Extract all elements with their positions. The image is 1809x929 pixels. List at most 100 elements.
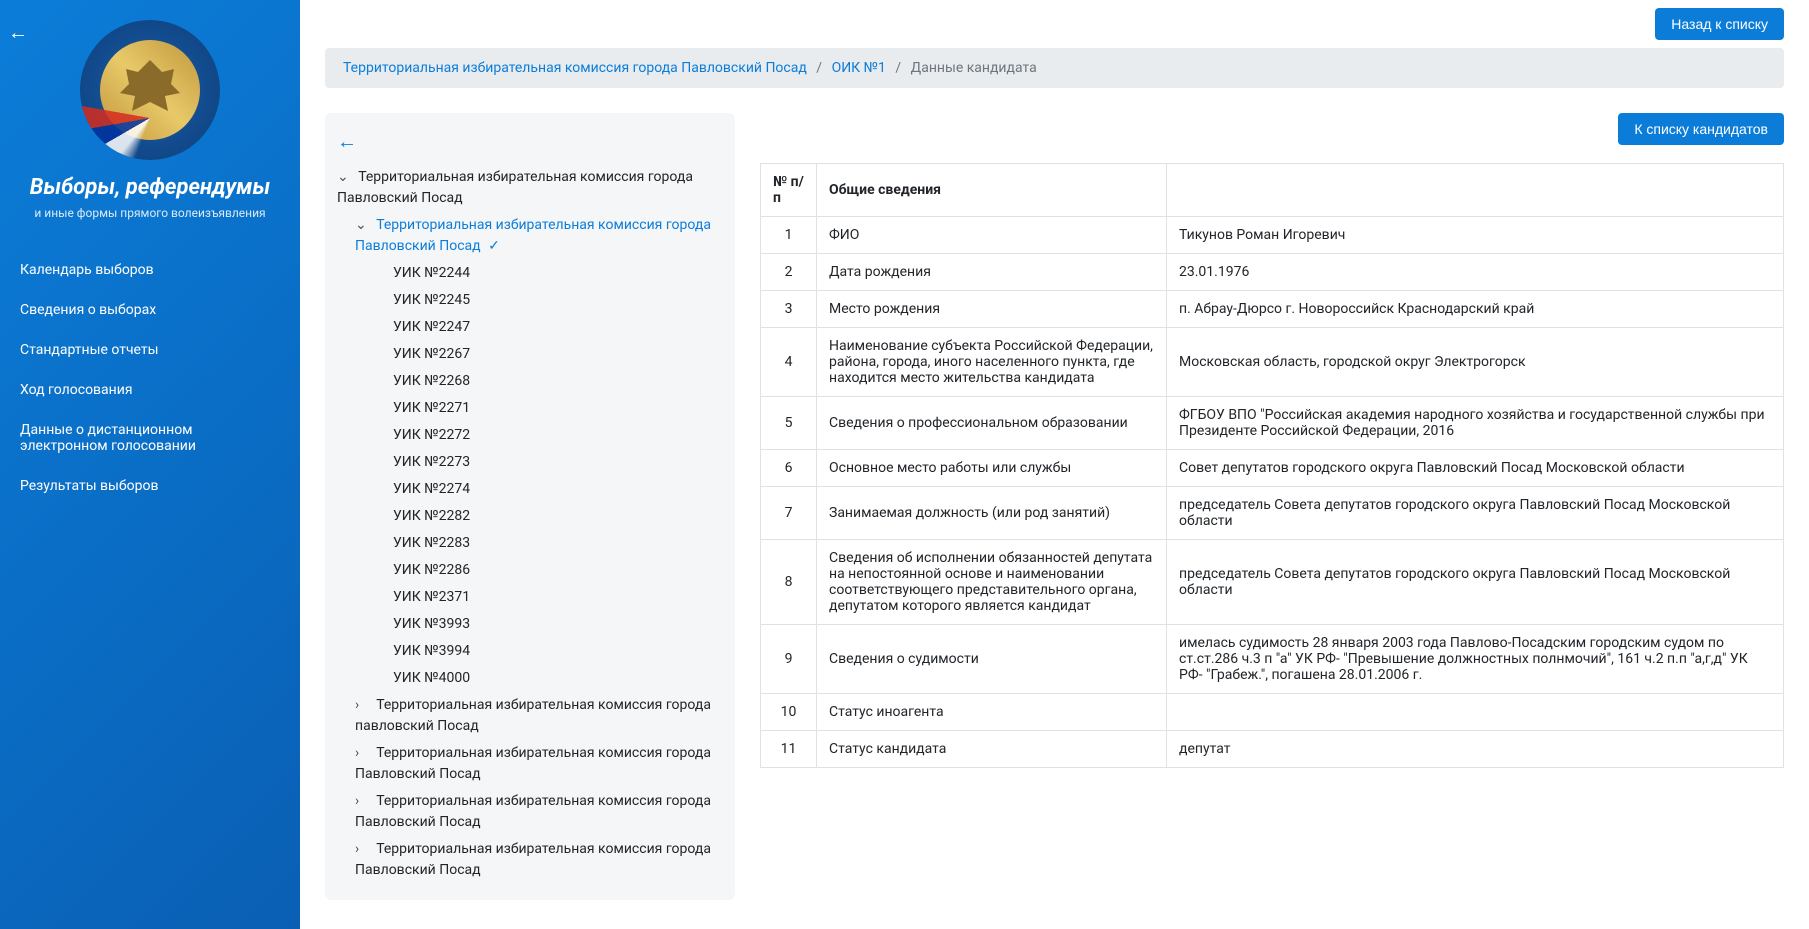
table-row: 2Дата рождения23.01.1976: [761, 254, 1784, 291]
cell-label: Основное место работы или службы: [817, 450, 1167, 487]
cell-label: ФИО: [817, 217, 1167, 254]
logo-section: Выборы, референдумы и иные формы прямого…: [0, 20, 300, 240]
tree-uik-item[interactable]: УИК №2283: [373, 530, 723, 557]
tree-uik-item[interactable]: УИК №2273: [373, 449, 723, 476]
main-content: Назад к списку Территориальная избирател…: [300, 0, 1809, 929]
tree-uik-item[interactable]: УИК №2282: [373, 503, 723, 530]
th-value: [1167, 164, 1784, 217]
portal-title: Выборы, референдумы: [20, 175, 280, 200]
tree-sibling-label[interactable]: Территориальная избирательная комиссия г…: [355, 697, 711, 734]
cell-value: депутат: [1167, 731, 1784, 768]
table-row: 1ФИОТикунов Роман Игоревич: [761, 217, 1784, 254]
table-row: 10Статус иноагента: [761, 694, 1784, 731]
breadcrumb-sep: /: [895, 60, 901, 76]
tree-uik-item[interactable]: УИК №2271: [373, 395, 723, 422]
table-row: 6Основное место работы или службыСовет д…: [761, 450, 1784, 487]
nav-reports[interactable]: Стандартные отчеты: [0, 330, 300, 370]
cell-value: 23.01.1976: [1167, 254, 1784, 291]
chevron-right-icon[interactable]: ›: [355, 839, 369, 860]
cell-num: 3: [761, 291, 817, 328]
to-candidates-button[interactable]: К списку кандидатов: [1618, 113, 1784, 145]
breadcrumb-link-2[interactable]: ОИК №1: [832, 60, 886, 76]
breadcrumb-current: Данные кандидата: [911, 60, 1037, 76]
breadcrumb: Территориальная избирательная комиссия г…: [325, 48, 1784, 88]
tree-uik-item[interactable]: УИК №2272: [373, 422, 723, 449]
cell-num: 7: [761, 487, 817, 540]
tree-uik-item[interactable]: УИК №2244: [373, 260, 723, 287]
emblem-logo: [80, 20, 220, 160]
cell-value: Совет депутатов городского округа Павлов…: [1167, 450, 1784, 487]
tree-uik-item[interactable]: УИК №2274: [373, 476, 723, 503]
cell-num: 1: [761, 217, 817, 254]
cell-label: Занимаемая должность (или род занятий): [817, 487, 1167, 540]
main-nav: Календарь выборов Сведения о выборах Ста…: [0, 240, 300, 516]
tree-sibling-label[interactable]: Территориальная избирательная комиссия г…: [355, 793, 711, 830]
cell-num: 6: [761, 450, 817, 487]
nav-results[interactable]: Результаты выборов: [0, 466, 300, 506]
cell-value: Московская область, городской округ Элек…: [1167, 328, 1784, 397]
tree-uik-item[interactable]: УИК №3994: [373, 638, 723, 665]
cell-label: Статус иноагента: [817, 694, 1167, 731]
tree-uik-item[interactable]: УИК №2371: [373, 584, 723, 611]
cell-value: председатель Совета депутатов городского…: [1167, 540, 1784, 625]
commission-tree-panel: ← ⌄ Территориальная избирательная комисс…: [325, 113, 735, 900]
table-row: 3Место рожденияп. Абрау-Дюрсо г. Новорос…: [761, 291, 1784, 328]
chevron-right-icon[interactable]: ›: [355, 695, 369, 716]
chevron-right-icon[interactable]: ›: [355, 743, 369, 764]
nav-remote[interactable]: Данные о дистанционном электронном голос…: [0, 410, 300, 466]
nav-progress[interactable]: Ход голосования: [0, 370, 300, 410]
tree-uik-item[interactable]: УИК №3993: [373, 611, 723, 638]
nav-info[interactable]: Сведения о выборах: [0, 290, 300, 330]
nav-calendar[interactable]: Календарь выборов: [0, 250, 300, 290]
th-num: № п/п: [761, 164, 817, 217]
tree-uik-item[interactable]: УИК №2268: [373, 368, 723, 395]
cell-num: 4: [761, 328, 817, 397]
cell-value: [1167, 694, 1784, 731]
table-row: 5Сведения о профессиональном образовании…: [761, 397, 1784, 450]
cell-num: 10: [761, 694, 817, 731]
breadcrumb-link-1[interactable]: Территориальная избирательная комиссия г…: [343, 60, 807, 76]
chevron-down-icon[interactable]: ⌄: [355, 215, 369, 236]
tree-back-icon[interactable]: ←: [337, 129, 723, 154]
sidebar: ← Выборы, референдумы и иные формы прямо…: [0, 0, 300, 929]
cell-label: Сведения о профессиональном образовании: [817, 397, 1167, 450]
cell-label: Наименование субъекта Российской Федерац…: [817, 328, 1167, 397]
candidate-detail-panel: К списку кандидатов № п/п Общие сведения…: [760, 113, 1784, 768]
tree-uik-item[interactable]: УИК №2267: [373, 341, 723, 368]
cell-value: п. Абрау-Дюрсо г. Новороссийск Краснодар…: [1167, 291, 1784, 328]
back-to-list-button[interactable]: Назад к списку: [1655, 8, 1784, 40]
cell-label: Сведения об исполнении обязанностей депу…: [817, 540, 1167, 625]
table-row: 11Статус кандидатадепутат: [761, 731, 1784, 768]
cell-num: 2: [761, 254, 817, 291]
tree-root-label[interactable]: Территориальная избирательная комиссия г…: [337, 169, 693, 206]
cell-num: 9: [761, 625, 817, 694]
candidate-table: № п/п Общие сведения 1ФИОТикунов Роман И…: [760, 163, 1784, 768]
cell-label: Сведения о судимости: [817, 625, 1167, 694]
chevron-down-icon[interactable]: ⌄: [337, 167, 351, 188]
tree-uik-item[interactable]: УИК №2245: [373, 287, 723, 314]
sidebar-back-icon[interactable]: ←: [8, 20, 28, 45]
cell-value: имелась судимость 28 января 2003 года Па…: [1167, 625, 1784, 694]
tree-uik-item[interactable]: УИК №2286: [373, 557, 723, 584]
table-row: 8Сведения об исполнении обязанностей деп…: [761, 540, 1784, 625]
cell-label: Место рождения: [817, 291, 1167, 328]
chevron-right-icon[interactable]: ›: [355, 791, 369, 812]
tree-uik-item[interactable]: УИК №2247: [373, 314, 723, 341]
tree-sibling-label[interactable]: Территориальная избирательная комиссия г…: [355, 745, 711, 782]
table-row: 4Наименование субъекта Российской Федера…: [761, 328, 1784, 397]
check-icon: ✓: [488, 238, 500, 254]
cell-value: Тикунов Роман Игоревич: [1167, 217, 1784, 254]
cell-value: председатель Совета депутатов городского…: [1167, 487, 1784, 540]
cell-num: 11: [761, 731, 817, 768]
cell-label: Статус кандидата: [817, 731, 1167, 768]
cell-num: 5: [761, 397, 817, 450]
table-row: 7Занимаемая должность (или род занятий)п…: [761, 487, 1784, 540]
tree-sibling-label[interactable]: Территориальная избирательная комиссия г…: [355, 841, 711, 878]
table-row: 9Сведения о судимостиимелась судимость 2…: [761, 625, 1784, 694]
cell-label: Дата рождения: [817, 254, 1167, 291]
portal-subtitle: и иные формы прямого волеизъявления: [20, 206, 280, 220]
breadcrumb-sep: /: [816, 60, 822, 76]
tree-active-label[interactable]: Территориальная избирательная комиссия г…: [355, 217, 711, 254]
tree-uik-item[interactable]: УИК №4000: [373, 665, 723, 692]
cell-value: ФГБОУ ВПО "Российская академия народного…: [1167, 397, 1784, 450]
